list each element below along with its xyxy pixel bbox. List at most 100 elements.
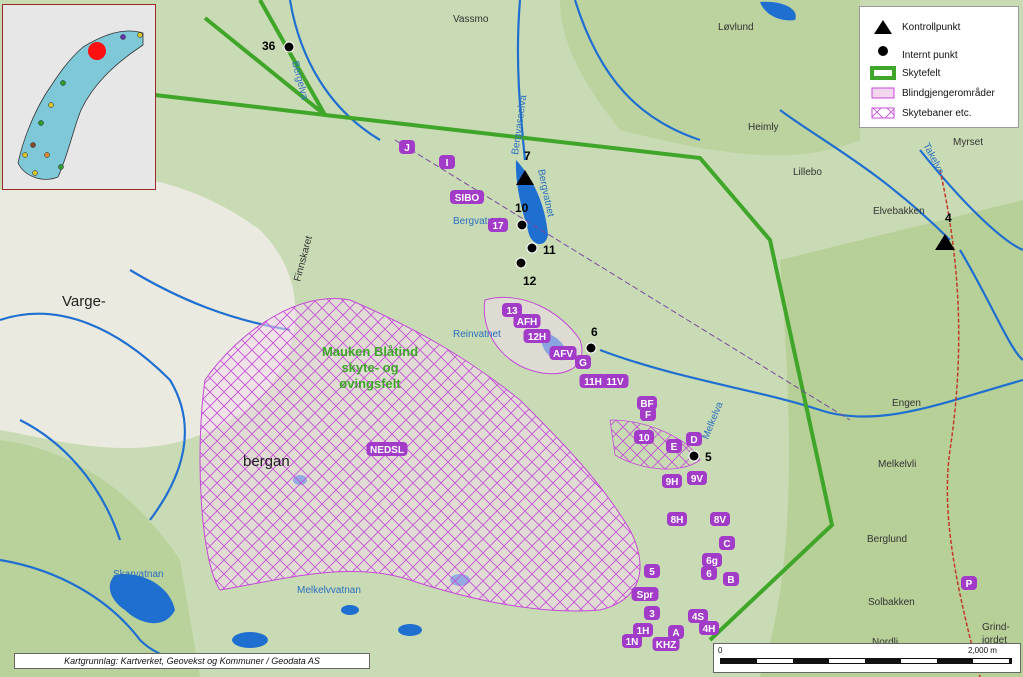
range-label-c[interactable]: C <box>719 536 735 550</box>
legend-item-internt-punkt: Internt punkt <box>860 43 1018 63</box>
scale-bar: 0 2,000 m <box>713 643 1021 673</box>
range-label-6[interactable]: 6 <box>701 566 717 580</box>
range-label-9v[interactable]: 9V <box>687 471 707 485</box>
range-label-e[interactable]: E <box>666 439 682 453</box>
range-label-text: NEDSL <box>370 445 404 456</box>
range-label-text: 4H <box>703 624 716 635</box>
range-label-text: 11H <box>584 377 602 388</box>
range-label-3[interactable]: 3 <box>644 606 660 620</box>
legend-label: Kontrollpunkt <box>902 22 961 33</box>
place-varge: Varge- <box>62 293 106 310</box>
range-label-text: SIBO <box>455 193 480 204</box>
range-label-text: F <box>645 410 651 421</box>
legend-item-skytebaner: Skytebaner etc. <box>860 105 1018 125</box>
place-engen: Engen <box>892 398 921 409</box>
place-melkelvli: Melkelvli <box>878 459 916 470</box>
internal-point-label: 10 <box>515 201 529 215</box>
water-skarvatnan: Skarvatnan <box>113 569 164 580</box>
range-label-text: J <box>404 143 410 154</box>
range-label-4h[interactable]: 4H <box>699 621 719 635</box>
legend-label: Blindgjengerområder <box>902 88 995 99</box>
range-label-text: 9V <box>691 474 704 485</box>
place-lillebo: Lillebo <box>793 167 822 178</box>
range-label-text: 8H <box>671 515 684 526</box>
range-label-p[interactable]: P <box>961 576 977 590</box>
range-label-11v[interactable]: 11V <box>601 374 629 388</box>
range-label-b[interactable]: B <box>723 572 739 586</box>
range-label-g[interactable]: G <box>575 355 591 369</box>
scale-start-label: 0 <box>718 646 723 655</box>
internal-point-label: 5 <box>705 450 712 464</box>
range-label-text: G <box>579 358 587 369</box>
dot-icon <box>526 242 538 254</box>
range-label-j[interactable]: J <box>399 140 415 154</box>
range-label-5[interactable]: 5 <box>644 564 660 578</box>
range-label-text: I <box>446 158 449 169</box>
legend-item-kontrollpunkt: Kontrollpunkt <box>860 19 1018 39</box>
map-credit: Kartgrunnlag: Kartverket, Geovekst og Ko… <box>14 653 370 669</box>
range-label-sibo[interactable]: SIBO <box>450 190 484 204</box>
scale-end-label: 2,000 m <box>968 646 997 655</box>
range-label-text: Spr <box>637 590 654 601</box>
range-label-text: 11V <box>606 377 624 388</box>
range-label-8h[interactable]: 8H <box>667 512 687 526</box>
legend-item-blindgjenger: Blindgjengerområder <box>860 85 1018 105</box>
overview-inset-map[interactable] <box>2 4 156 190</box>
legend-label: Skytefelt <box>902 68 941 79</box>
range-label-text: KHZ <box>656 640 677 651</box>
internal-point-label: 6 <box>591 325 598 339</box>
legend-item-skytefelt: Skytefelt <box>860 65 1018 85</box>
range-label-afv[interactable]: AFV <box>549 346 577 360</box>
range-label-khz[interactable]: KHZ <box>652 637 680 651</box>
range-label-spr[interactable]: Spr <box>631 587 659 601</box>
green-boundary-icon <box>870 66 896 80</box>
dot-icon <box>283 41 295 53</box>
range-label-text: AFH <box>517 317 538 328</box>
dot-icon <box>585 342 597 354</box>
crosshatch-icon <box>871 107 895 119</box>
range-label-10[interactable]: 10 <box>634 430 654 444</box>
range-label-text: 10 <box>638 433 650 444</box>
range-label-17[interactable]: 17 <box>488 218 508 232</box>
range-label-text: C <box>723 539 730 550</box>
map-legend: Kontrollpunkt Internt punkt Skytefelt Bl… <box>859 6 1019 128</box>
country-outline <box>17 30 144 180</box>
place-grind: Grind- <box>982 622 1010 633</box>
range-label-nedsl[interactable]: NEDSL <box>366 442 408 456</box>
field-name-line3: øvingsfelt <box>339 376 401 391</box>
range-label-8v[interactable]: 8V <box>710 512 730 526</box>
internal-point-label: 12 <box>523 274 537 288</box>
place-heimly: Heimly <box>748 122 779 133</box>
range-label-f[interactable]: F <box>640 407 656 421</box>
range-label-text: B <box>727 575 734 586</box>
place-vassmo: Vassmo <box>453 14 489 25</box>
control-point-label: 7 <box>524 149 531 163</box>
water-melkelvvatnan: Melkelvvatnan <box>297 585 361 596</box>
place-lovlund: Løvlund <box>718 22 754 33</box>
internal-point-label: 11 <box>543 243 556 257</box>
range-label-afh[interactable]: AFH <box>513 314 541 328</box>
water-reinvatnet: Reinvatnet <box>453 329 501 340</box>
place-solbakken: Solbakken <box>868 597 915 608</box>
range-label-text: 3 <box>649 609 655 620</box>
range-label-12h[interactable]: 12H <box>523 329 551 343</box>
range-label-text: 17 <box>492 221 504 232</box>
range-label-text: 6 <box>706 569 712 580</box>
range-label-d[interactable]: D <box>686 432 702 446</box>
range-label-9h[interactable]: 9H <box>662 474 682 488</box>
location-marker-icon <box>88 42 106 60</box>
internal-point-label: 36 <box>262 39 276 53</box>
dot-icon <box>878 46 888 56</box>
dot-icon <box>515 257 527 269</box>
pink-area-icon <box>871 87 895 99</box>
control-point-label: 4 <box>945 211 952 225</box>
range-label-4s[interactable]: 4S <box>688 609 708 623</box>
dot-icon <box>516 219 528 231</box>
range-label-a[interactable]: A <box>668 625 684 639</box>
range-label-text: D <box>690 435 697 446</box>
range-label-i[interactable]: I <box>439 155 455 169</box>
range-label-1n[interactable]: 1N <box>622 634 642 648</box>
range-label-text: 1N <box>626 637 639 648</box>
scale-bar-line <box>720 658 1012 664</box>
range-label-6g[interactable]: 6g <box>702 553 722 567</box>
